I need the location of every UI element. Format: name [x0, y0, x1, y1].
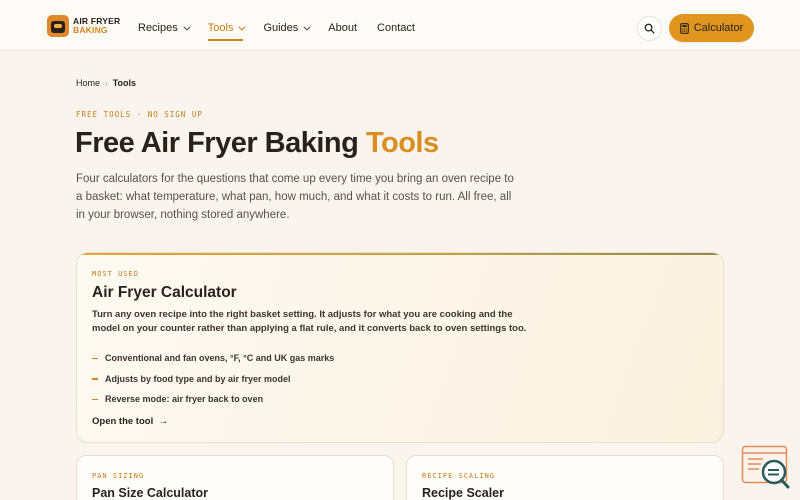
site-header: AIR FRYER BAKING Recipes Tools Guides Ab…	[0, 0, 800, 51]
tool-card-recipe-scaler[interactable]: RECIPE SCALING Recipe Scaler	[406, 455, 724, 500]
chat-widget-button[interactable]	[741, 445, 791, 490]
breadcrumb: Home › Tools	[76, 78, 136, 88]
nav-item-label: Contact	[377, 22, 415, 34]
list-item: Conventional and fan ovens, °F, °C and U…	[92, 348, 334, 369]
chevron-right-icon: ›	[105, 78, 108, 88]
card-title: Pan Size Calculator	[92, 486, 209, 500]
calculator-button-label: Calculator	[693, 22, 744, 34]
list-item: Reverse mode: air fryer back to oven	[92, 389, 334, 410]
dash-icon	[92, 378, 98, 380]
page-title: Free Air Fryer Baking Tools	[75, 127, 439, 160]
feature-text: Conventional and fan ovens, °F, °C and U…	[105, 353, 335, 364]
site-logo[interactable]: AIR FRYER BAKING	[47, 15, 120, 37]
chevron-down-icon	[183, 23, 191, 31]
nav-item-label: Tools	[207, 22, 234, 34]
nav-item-recipes[interactable]: Recipes	[138, 21, 191, 35]
featured-title: Air Fryer Calculator	[92, 284, 237, 301]
tool-card-pan-size[interactable]: PAN SIZING Pan Size Calculator	[76, 455, 394, 500]
nav-item-guides[interactable]: Guides	[263, 21, 311, 35]
featured-description: Turn any oven recipe into the right bask…	[92, 309, 527, 334]
page-title-main: Free Air Fryer Baking	[75, 127, 366, 159]
logo-wordmark: AIR FRYER BAKING	[73, 17, 120, 35]
open-tool-link[interactable]: Open the tool →	[92, 416, 168, 427]
hero-eyebrow: FREE TOOLS · NO SIGN UP	[76, 110, 203, 119]
search-document-icon	[741, 445, 790, 489]
card-title: Recipe Scaler	[422, 486, 504, 500]
nav-item-tools[interactable]: Tools	[207, 21, 246, 41]
chevron-down-icon	[238, 23, 246, 31]
calculator-button[interactable]: Calculator	[669, 14, 754, 42]
search-button[interactable]	[637, 16, 662, 41]
search-icon	[644, 23, 655, 34]
card-eyebrow: PAN SIZING	[92, 472, 145, 480]
dash-icon	[92, 398, 98, 400]
feature-text: Reverse mode: air fryer back to oven	[105, 394, 264, 405]
page-title-accent: Tools	[365, 127, 439, 159]
featured-feature-list: Conventional and fan ovens, °F, °C and U…	[92, 348, 334, 410]
nav-item-contact[interactable]: Contact	[377, 21, 415, 35]
main-nav: Recipes Tools Guides About Contact	[138, 21, 435, 41]
nav-item-label: Guides	[263, 22, 299, 34]
open-tool-label: Open the tool	[92, 416, 154, 427]
breadcrumb-home[interactable]: Home	[76, 78, 100, 88]
breadcrumb-current: Tools	[112, 78, 137, 88]
air-fryer-logo-icon	[47, 15, 69, 37]
dash-icon	[92, 357, 98, 359]
hero-intro: Four calculators for the questions that …	[76, 173, 514, 221]
arrow-right-icon: →	[158, 416, 169, 427]
feature-text: Adjusts by food type and by air fryer mo…	[105, 373, 291, 384]
list-item: Adjusts by food type and by air fryer mo…	[92, 369, 334, 390]
nav-item-about[interactable]: About	[328, 21, 357, 35]
nav-item-label: About	[328, 22, 358, 34]
featured-tool-card[interactable]: MOST USED Air Fryer Calculator Turn any …	[76, 252, 724, 443]
featured-eyebrow: MOST USED	[92, 270, 139, 278]
calculator-icon	[679, 22, 689, 34]
chevron-down-icon	[303, 23, 311, 31]
logo-line-2: BAKING	[73, 25, 108, 35]
card-eyebrow: RECIPE SCALING	[422, 472, 496, 480]
nav-item-label: Recipes	[138, 22, 178, 34]
